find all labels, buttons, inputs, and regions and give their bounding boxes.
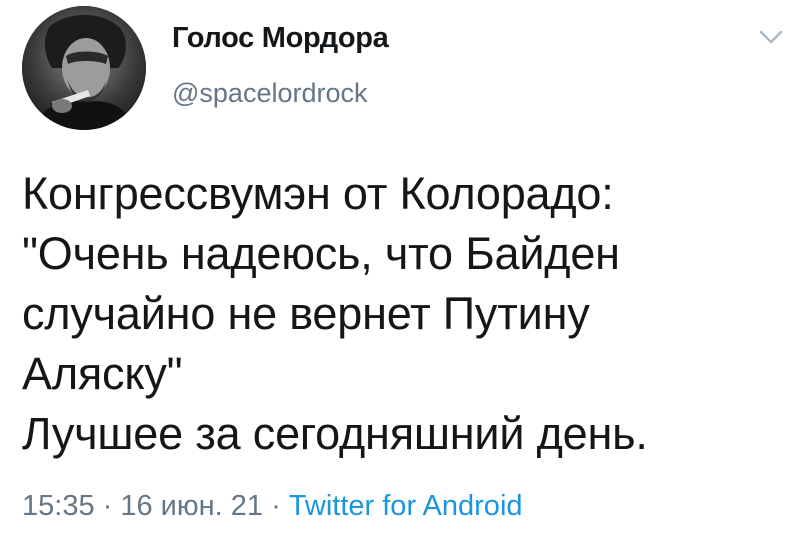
tweet-text-line: Аляску" [22,348,183,399]
user-display-name[interactable]: Голос Мордора [172,22,389,55]
tweet-time[interactable]: 15:35 [22,490,95,522]
chevron-down-icon[interactable] [758,28,784,46]
tweet-meta: 15:35 · 16 июн. 21 · Twitter for Android [22,490,523,523]
user-handle[interactable]: @spacelordrock [172,78,368,109]
meta-separator: · [263,490,289,522]
tweet-card: Голос Мордора @spacelordrock Конгрессвум… [0,0,800,536]
tweet-text-line: Конгрессвумэн от Колорадо: [22,168,614,219]
tweet-text: Конгрессвумэн от Колорадо: "Очень надеюс… [22,164,792,464]
avatar-photo [22,6,146,130]
meta-separator: · [94,490,121,522]
tweet-text-line: "Очень надеюсь, что Байден [22,228,620,279]
tweet-date[interactable]: 16 июн. 21 [120,490,263,522]
avatar[interactable] [22,6,146,130]
tweet-text-line: случайно не вернет Путину [22,288,590,339]
tweet-text-line: Лучшее за сегодняшний день. [22,408,648,459]
tweet-source-link[interactable]: Twitter for Android [289,490,523,522]
